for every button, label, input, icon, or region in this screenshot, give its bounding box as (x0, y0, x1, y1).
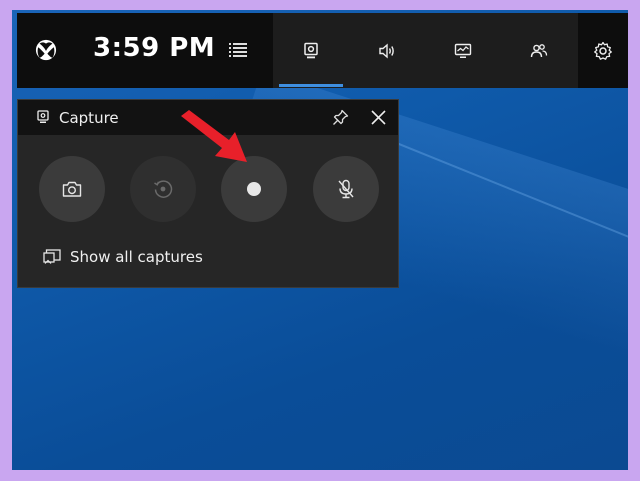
record-dot-icon (247, 182, 261, 196)
widget-menu-icon[interactable] (229, 43, 247, 57)
show-all-captures-link[interactable]: Show all captures (43, 248, 203, 266)
social-widget-button[interactable] (501, 13, 577, 88)
xbox-logo-icon[interactable] (35, 39, 57, 61)
record-last-icon (154, 180, 173, 198)
pin-icon[interactable] (332, 109, 349, 126)
audio-widget-button[interactable] (349, 13, 425, 88)
gallery-icon (43, 249, 61, 264)
screenshot-button[interactable] (39, 156, 105, 222)
widget-toolbar-spacer (577, 13, 578, 88)
desktop-background: 3:59 PM Capture Show all captures (12, 10, 628, 470)
widget-toolbar (273, 13, 578, 88)
settings-button[interactable] (578, 13, 628, 88)
audio-icon (379, 42, 394, 59)
game-bar: 3:59 PM (17, 13, 628, 88)
performance-icon (454, 43, 472, 58)
camera-icon (62, 181, 82, 197)
close-icon[interactable] (370, 109, 387, 126)
game-bar-home-section: 3:59 PM (17, 13, 273, 88)
social-icon (530, 43, 548, 57)
capture-panel-title: Capture (59, 109, 119, 127)
show-all-captures-label: Show all captures (70, 248, 203, 266)
capture-widget-icon (304, 42, 318, 58)
gear-icon (594, 41, 612, 60)
mic-toggle-button[interactable] (313, 156, 379, 222)
performance-widget-button[interactable] (425, 13, 501, 88)
mic-off-icon (338, 179, 354, 199)
clock-time: 3:59 PM (93, 33, 216, 63)
red-annotation-arrow (181, 110, 247, 162)
capture-widget-icon (37, 110, 49, 123)
capture-widget-button[interactable] (273, 13, 349, 88)
